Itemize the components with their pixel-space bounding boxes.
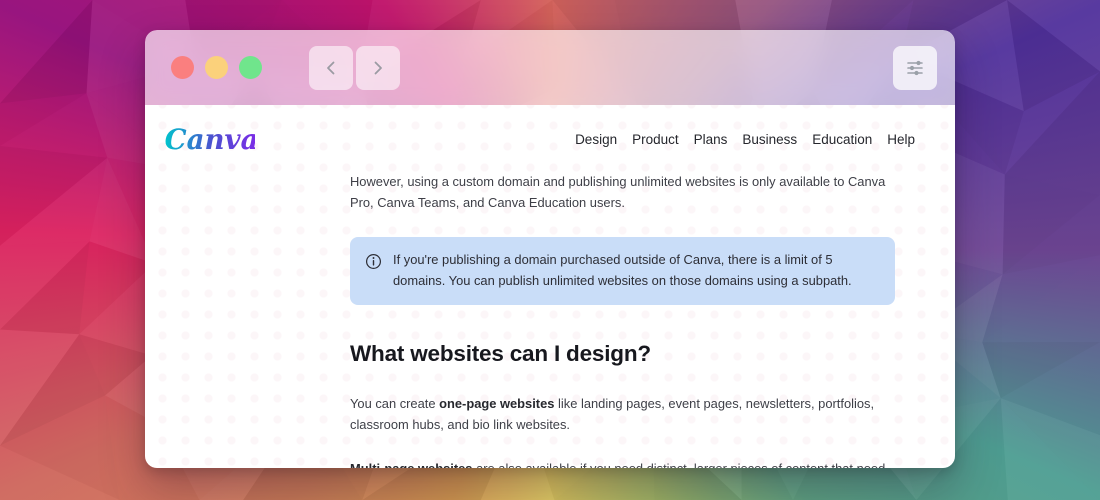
chevron-left-icon <box>322 59 340 77</box>
canva-logo-text: Canva <box>165 123 255 156</box>
sliders-icon <box>904 57 926 79</box>
back-button[interactable] <box>309 46 353 90</box>
info-callout: If you're publishing a domain purchased … <box>350 237 895 305</box>
nav-item-product[interactable]: Product <box>632 132 679 147</box>
one-page-websites-paragraph: You can create one-page websites like la… <box>350 394 895 435</box>
forward-button[interactable] <box>356 46 400 90</box>
chevron-right-icon <box>369 59 387 77</box>
browser-window: Canva Design Product Plans Business Educ… <box>145 30 955 468</box>
page-content: Canva Design Product Plans Business Educ… <box>145 105 955 468</box>
zoom-button[interactable] <box>239 56 262 79</box>
site-header: Canva Design Product Plans Business Educ… <box>145 105 955 159</box>
article-body: However, using a custom domain and publi… <box>350 172 895 468</box>
callout-text: If you're publishing a domain purchased … <box>393 250 877 292</box>
nav-item-design[interactable]: Design <box>575 132 617 147</box>
intro-paragraph: However, using a custom domain and publi… <box>350 172 895 213</box>
nav-item-help[interactable]: Help <box>887 132 915 147</box>
minimize-button[interactable] <box>205 56 228 79</box>
section-heading: What websites can I design? <box>350 336 895 372</box>
settings-button[interactable] <box>893 46 937 90</box>
main-navigation: Design Product Plans Business Education … <box>575 132 915 147</box>
history-navigation <box>309 46 400 90</box>
traffic-lights <box>171 56 262 79</box>
browser-chrome-bar <box>145 30 955 105</box>
nav-item-education[interactable]: Education <box>812 132 872 147</box>
canva-logo[interactable]: Canva <box>163 120 255 160</box>
info-circle-icon <box>365 253 382 270</box>
nav-item-plans[interactable]: Plans <box>694 132 728 147</box>
close-button[interactable] <box>171 56 194 79</box>
multi-page-websites-paragraph: Multi-page websites are also available i… <box>350 459 895 468</box>
nav-item-business[interactable]: Business <box>742 132 797 147</box>
